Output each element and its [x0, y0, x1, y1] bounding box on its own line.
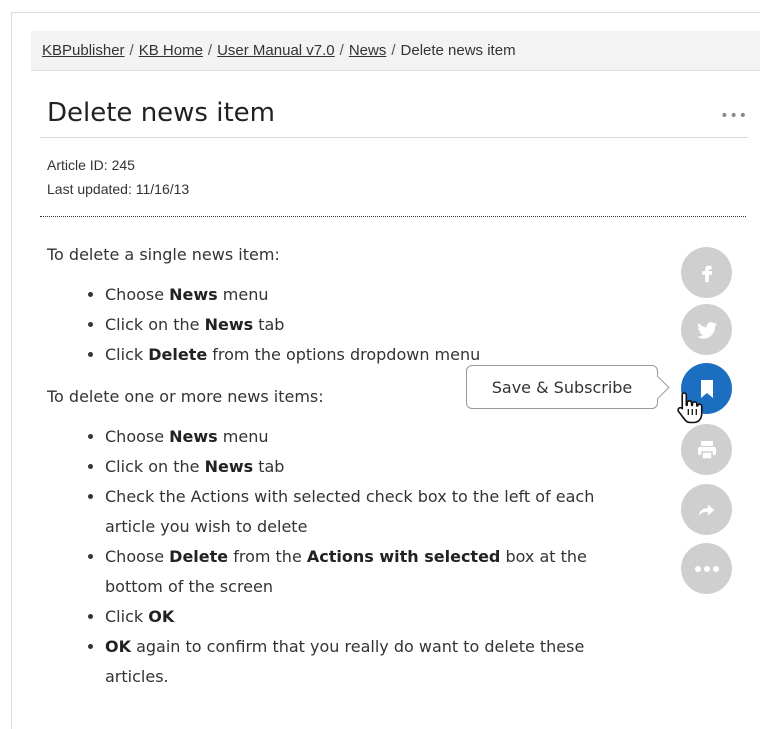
- breadcrumb-link-news[interactable]: News: [349, 42, 387, 59]
- breadcrumb-separator: /: [391, 42, 396, 59]
- article-header: Delete news item •••: [40, 95, 748, 138]
- list-item: Click on the News tab: [105, 310, 647, 340]
- article-body: To delete a single news item: Choose New…: [47, 240, 647, 704]
- list-item: Choose News menu: [105, 422, 647, 452]
- twitter-share-button[interactable]: [681, 304, 732, 355]
- breadcrumb: KBPublisher / KB Home / User Manual v7.0…: [31, 31, 760, 71]
- list-item: Choose News menu: [105, 280, 647, 310]
- more-icon: [694, 565, 719, 572]
- article-meta: Article ID: 245 Last updated: 11/16/13: [47, 153, 189, 201]
- hand-cursor-icon: [677, 392, 703, 424]
- last-updated: Last updated: 11/16/13: [47, 181, 190, 197]
- share-button[interactable]: [681, 484, 732, 535]
- divider: [40, 216, 746, 217]
- steps-single-list: Choose News menu Click on the News tab C…: [47, 280, 647, 370]
- facebook-icon: [701, 265, 712, 282]
- intro-single: To delete a single news item:: [47, 245, 280, 264]
- share-icon: [698, 504, 714, 515]
- facebook-share-button[interactable]: [681, 247, 732, 298]
- more-share-button[interactable]: [681, 543, 732, 594]
- breadcrumb-link-kb-home[interactable]: KB Home: [139, 42, 203, 59]
- breadcrumb-separator: /: [207, 42, 213, 59]
- breadcrumb-separator: /: [129, 42, 134, 59]
- twitter-icon: [696, 321, 717, 339]
- print-button[interactable]: [681, 424, 732, 475]
- list-item: Check the Actions with selected check bo…: [105, 482, 647, 542]
- article-id: Article ID: 245: [47, 157, 135, 173]
- breadcrumb-current: Delete news item: [400, 42, 516, 59]
- list-item: Click OK: [105, 602, 647, 632]
- print-icon: [697, 440, 716, 460]
- list-item: OK again to confirm that you really do w…: [105, 632, 647, 692]
- list-item: Choose Delete from the Actions with sele…: [105, 542, 647, 602]
- breadcrumb-link-user-manual[interactable]: User Manual v7.0: [217, 42, 335, 59]
- list-item: Click on the News tab: [105, 452, 647, 482]
- save-subscribe-tooltip: Save & Subscribe: [466, 365, 658, 409]
- steps-multiple-list: Choose News menu Click on the News tab C…: [47, 422, 647, 692]
- breadcrumb-link-kbpublisher[interactable]: KBPublisher: [42, 42, 125, 59]
- more-options-icon[interactable]: •••: [720, 108, 748, 124]
- page-title: Delete news item: [47, 98, 275, 128]
- breadcrumb-separator: /: [339, 42, 344, 59]
